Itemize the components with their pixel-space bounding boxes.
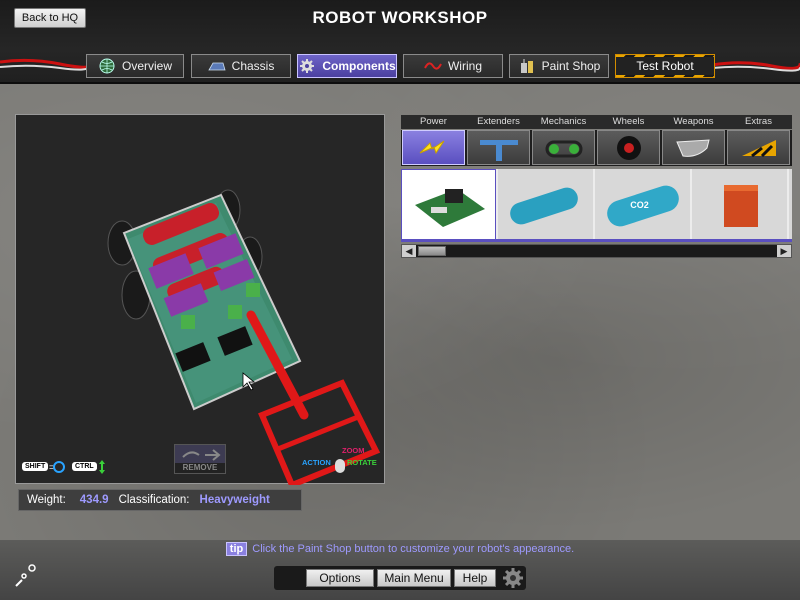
tip-text: Click the Paint Shop button to customize…: [252, 543, 575, 555]
chain-drive-icon: [545, 140, 582, 157]
globe-icon: [99, 58, 115, 74]
paint-can-icon: [520, 59, 533, 73]
category-button-extras[interactable]: [727, 130, 790, 165]
part-category-buttons: [401, 130, 792, 166]
svg-text:=: =: [92, 462, 97, 472]
category-label-extras: Extras: [745, 116, 772, 127]
lightning-icon: [419, 140, 444, 154]
category-button-extenders[interactable]: [467, 130, 530, 165]
part-item-co2-tank[interactable]: CO2: [595, 169, 690, 239]
robot-stats-bar: Weight: 434.9 Classification: Heavyweigh…: [18, 489, 302, 511]
tab-label: Components: [322, 59, 396, 73]
category-label-mechanics: Mechanics: [540, 116, 587, 127]
tab-chassis[interactable]: Chassis: [191, 54, 291, 78]
category-button-wheels[interactable]: [597, 130, 660, 165]
options-button[interactable]: Options: [306, 569, 374, 587]
mouse-controls-hint: ZOOM ACTION ROTATE: [300, 446, 380, 476]
mouse-icon: [335, 459, 345, 473]
footer-button-row: Options Main Menu Help: [274, 566, 526, 590]
part-item-circuit-board[interactable]: [401, 169, 496, 239]
shift-key-hint: SHIFT: [22, 462, 49, 471]
orange-battery-part-image: [723, 185, 758, 227]
remove-part-button[interactable]: REMOVE: [174, 444, 226, 474]
zoom-label: ZOOM: [342, 446, 365, 455]
header-bar: Back to HQ ROBOT WORKSHOP Overview Chass…: [0, 0, 800, 84]
wedge-icon: [741, 139, 776, 157]
category-label-power: Power: [420, 116, 447, 127]
part-item-partial: [789, 169, 792, 239]
weight-value: 434.9: [79, 494, 109, 506]
tab-test-robot[interactable]: Test Robot: [615, 54, 715, 78]
tip-badge: tip: [225, 542, 248, 556]
tab-overview[interactable]: Overview: [86, 54, 184, 78]
tab-label: Paint Shop: [541, 59, 601, 73]
scroll-right-arrow-icon[interactable]: ▶: [777, 245, 791, 257]
page-title: ROBOT WORKSHOP: [312, 8, 488, 27]
part-item-orange-battery[interactable]: [692, 169, 787, 239]
chassis-icon: [207, 62, 226, 71]
classification-label: Classification:: [118, 494, 190, 506]
parts-scrollbar[interactable]: ◀ ▶: [401, 244, 792, 258]
tip-message: tip Click the Paint Shop button to custo…: [0, 540, 800, 558]
category-button-mechanics[interactable]: [532, 130, 595, 165]
tab-label: Overview: [121, 59, 172, 73]
remove-arrow-icon: [182, 449, 221, 461]
part-category-labels: Power Extenders Mechanics Wheels Weapons…: [401, 115, 792, 129]
tab-label: Chassis: [231, 59, 275, 73]
circuit-board-part-image: [414, 189, 485, 227]
wheel-icon: [616, 135, 641, 160]
workshop-tabs: Overview Chassis Components Wiring Paint…: [0, 54, 800, 78]
tab-label: Wiring: [447, 59, 482, 73]
robot-3d-viewport[interactable]: [15, 114, 385, 485]
gear-icon: [503, 568, 523, 588]
rotate-label: ROTATE: [347, 458, 377, 467]
category-button-power[interactable]: [402, 130, 465, 165]
vertical-move-icon: =: [92, 460, 105, 474]
parts-list: CO2: [401, 169, 792, 242]
blade-icon: [675, 138, 710, 157]
tab-wiring[interactable]: Wiring: [403, 54, 503, 78]
action-label: ACTION: [302, 458, 331, 467]
category-label-wheels: Wheels: [612, 116, 645, 127]
corner-decoration-icon: [15, 564, 36, 587]
t-extender-icon: [479, 139, 518, 161]
co2-tank-label: CO2: [630, 200, 649, 210]
main-menu-button[interactable]: Main Menu: [377, 569, 451, 587]
tab-paint-shop[interactable]: Paint Shop: [509, 54, 609, 78]
remove-label: REMOVE: [175, 463, 225, 473]
category-label-extenders: Extenders: [477, 116, 520, 127]
help-button[interactable]: Help: [454, 569, 496, 587]
classification-value: Heavyweight: [199, 494, 270, 506]
robot-model: [107, 189, 381, 485]
blue-tank-part-image: [509, 187, 578, 225]
tab-label: Test Robot: [616, 57, 714, 75]
gear-icon: [300, 59, 315, 73]
scroll-thumb[interactable]: [418, 246, 446, 256]
wire-icon: [424, 62, 442, 70]
category-button-weapons[interactable]: [662, 130, 725, 165]
rotate-icon: =: [49, 461, 65, 473]
category-label-weapons: Weapons: [673, 116, 714, 127]
scroll-left-arrow-icon[interactable]: ◀: [402, 245, 416, 257]
part-item-blue-tank[interactable]: [498, 169, 593, 239]
tab-components[interactable]: Components: [297, 54, 397, 78]
weight-label: Weight:: [27, 494, 66, 506]
